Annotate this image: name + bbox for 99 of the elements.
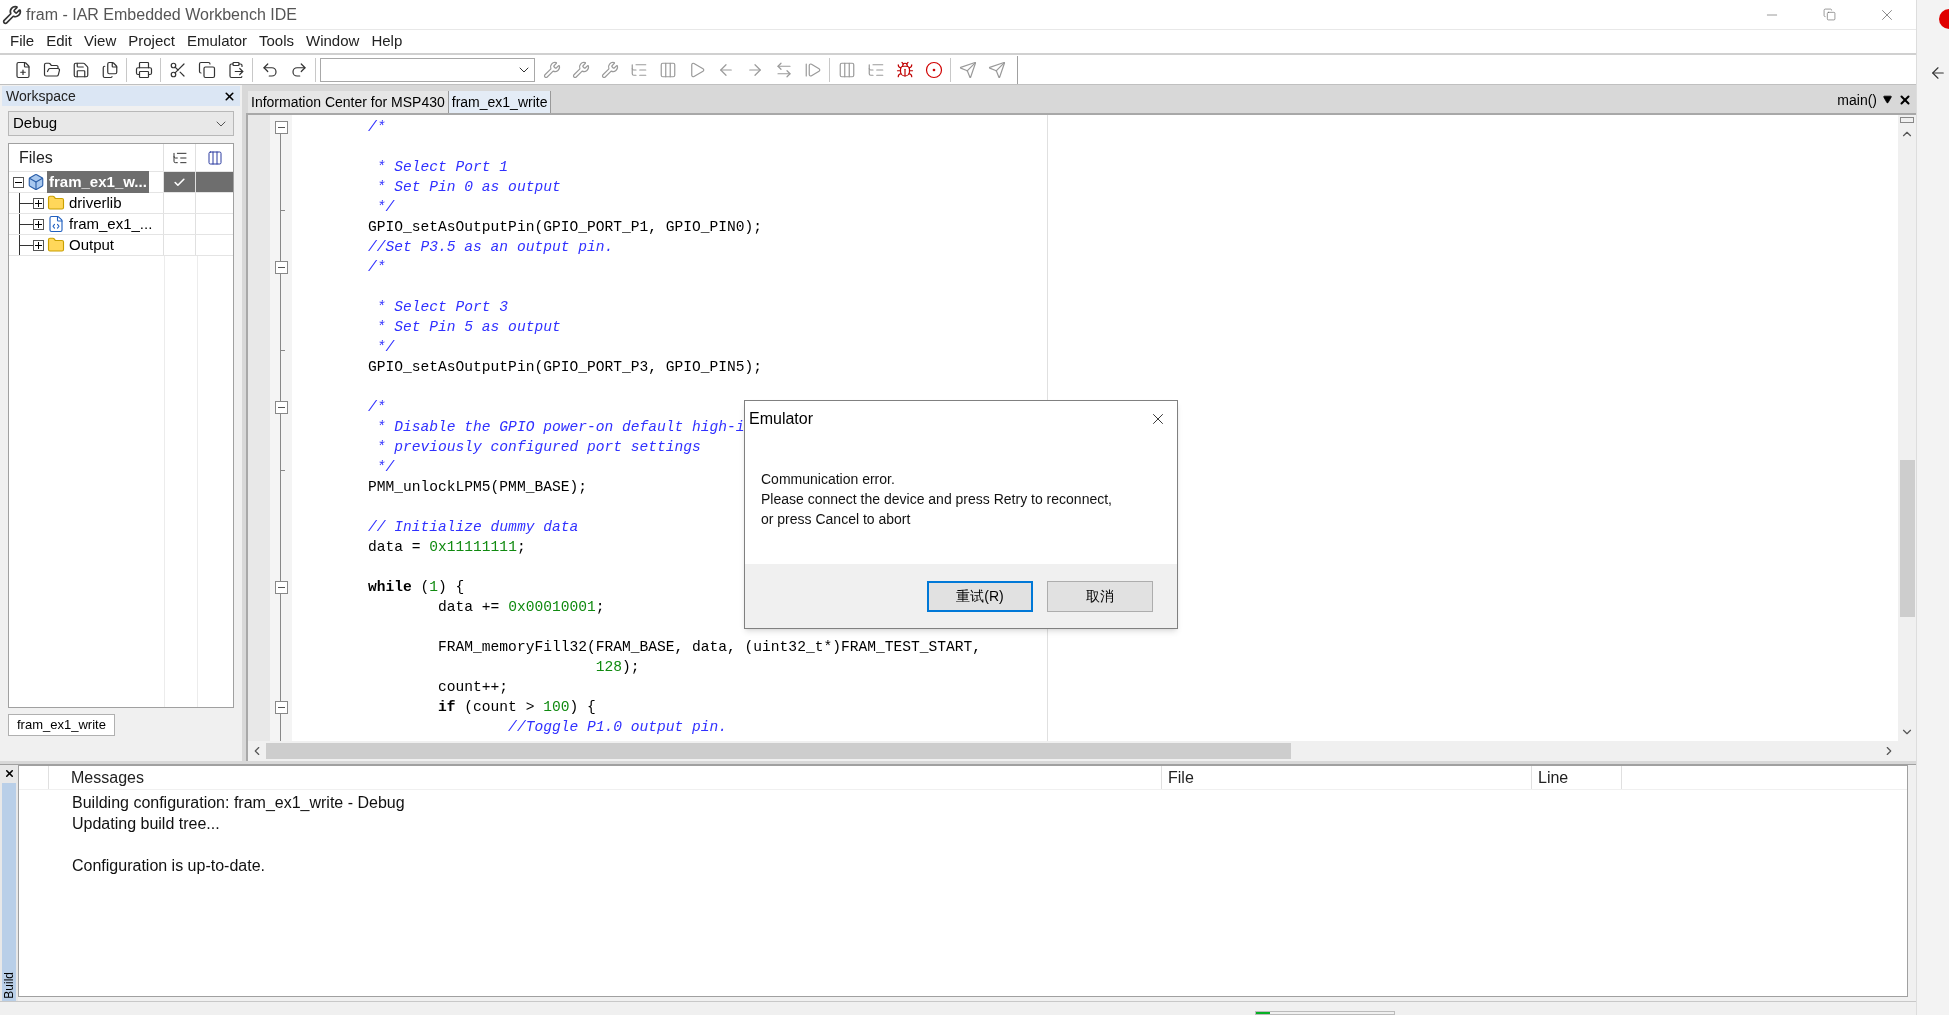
project-cube-icon bbox=[27, 173, 45, 191]
menu-item[interactable]: Tools bbox=[253, 30, 301, 53]
undo-icon[interactable] bbox=[260, 60, 279, 79]
code-line: /* bbox=[368, 118, 386, 137]
collapse-toggle[interactable] bbox=[13, 176, 24, 188]
save-all-icon[interactable] bbox=[100, 60, 119, 79]
open-folder-icon[interactable] bbox=[42, 60, 61, 79]
menu-item[interactable]: Emulator bbox=[180, 30, 253, 53]
tree-item[interactable]: fram_ex1_... bbox=[67, 212, 155, 236]
step-forward-icon[interactable] bbox=[803, 60, 822, 79]
column-header[interactable]: Line bbox=[1538, 765, 1569, 790]
panel-title: Workspace bbox=[6, 86, 76, 106]
code-line: /* bbox=[368, 398, 386, 417]
code-line: //Toggle P1.0 output pin. bbox=[507, 718, 728, 737]
code-line: * Set Pin 5 as output bbox=[375, 318, 561, 337]
column-header[interactable]: Files bbox=[19, 145, 53, 170]
code-line: GPIO_setAsOutputPin(GPIO_PORT_P3, GPIO_PIN5); bbox=[368, 358, 763, 377]
expand-toggle[interactable] bbox=[33, 197, 44, 209]
send-icon[interactable] bbox=[958, 60, 977, 79]
close-icon[interactable] bbox=[1898, 93, 1912, 107]
new-file-icon[interactable] bbox=[13, 60, 32, 79]
code-line: FRAM_memoryFill32(FRAM_BASE, data, (uint32_t*)FRAM_TEST_START, bbox=[437, 638, 982, 657]
breakpoint-icon[interactable] bbox=[924, 60, 943, 79]
save-icon[interactable] bbox=[71, 60, 90, 79]
editor-tab[interactable]: Information Center for MSP430 bbox=[248, 91, 449, 113]
app-icon bbox=[2, 4, 22, 25]
paste-icon[interactable] bbox=[226, 60, 245, 79]
code-line: while (1) { bbox=[368, 578, 465, 597]
window-title: fram - IAR Embedded Workbench IDE bbox=[26, 4, 297, 25]
dialog-button[interactable]: 重试(R) bbox=[927, 580, 1033, 612]
fold-toggle[interactable] bbox=[274, 580, 288, 594]
fold-toggle[interactable] bbox=[274, 120, 288, 134]
scrollbar-thumb[interactable] bbox=[266, 743, 1291, 759]
redo-icon[interactable] bbox=[289, 60, 308, 79]
code-line: */ bbox=[375, 338, 395, 357]
send-icon[interactable] bbox=[987, 60, 1006, 79]
code-line: * Disable the GPIO power-on default high-i bbox=[375, 418, 745, 437]
build-tab[interactable]: Build bbox=[0, 972, 18, 999]
code-line: PMM_unlockLPM5(PMM_BASE); bbox=[368, 478, 587, 497]
code-line: */ bbox=[375, 198, 395, 217]
print-icon[interactable] bbox=[134, 60, 153, 79]
workspace-tab[interactable]: fram_ex1_write bbox=[8, 714, 115, 736]
message-text: Configuration is up-to-date. bbox=[72, 855, 265, 876]
copy-icon[interactable] bbox=[197, 60, 216, 79]
code-line: if (count > 100) { bbox=[437, 698, 596, 717]
cut-icon[interactable] bbox=[168, 60, 187, 79]
code-line: GPIO_setAsOutputPin(GPIO_PORT_P1, GPIO_PIN0); bbox=[368, 218, 763, 237]
fold-toggle[interactable] bbox=[274, 400, 288, 414]
folder-icon bbox=[47, 236, 65, 254]
tree-item[interactable]: driverlib bbox=[67, 191, 124, 215]
columns-icon[interactable] bbox=[658, 60, 677, 79]
editor-tab[interactable]: fram_ex1_write bbox=[448, 91, 552, 113]
build-status-icon[interactable] bbox=[206, 149, 223, 166]
dialog-button[interactable]: 取消 bbox=[1047, 580, 1153, 612]
fold-toggle[interactable] bbox=[274, 700, 288, 714]
code-line: */ bbox=[375, 458, 395, 477]
message-text: Updating build tree... bbox=[72, 813, 220, 834]
code-line: * Select Port 3 bbox=[375, 298, 509, 317]
folder-icon bbox=[47, 194, 65, 212]
swap-arrows-icon[interactable] bbox=[774, 60, 793, 79]
code-line: * previously configured port settings bbox=[375, 438, 701, 457]
tree-item[interactable]: fram_ex1_w... bbox=[47, 170, 149, 194]
dialog-title: Emulator bbox=[749, 409, 814, 429]
close-icon[interactable] bbox=[223, 89, 236, 103]
menu-item[interactable]: Help bbox=[365, 30, 409, 53]
code-line: //Set P3.5 as an output pin. bbox=[368, 238, 614, 257]
dialog-message: Communication error. Please connect the device and press Retry to reconnect, or press Cancel to abort bbox=[760, 470, 1113, 529]
column-header[interactable]: Messages bbox=[71, 765, 144, 790]
column-header[interactable]: File bbox=[1168, 765, 1194, 790]
columns-icon[interactable] bbox=[837, 60, 856, 79]
code-line: * Select Port 1 bbox=[375, 158, 509, 177]
message-text: Building configuration: fram_ex1_write - Debug bbox=[72, 792, 405, 813]
code-line: data = 0x11111111; bbox=[368, 538, 526, 557]
configuration-dropdown[interactable]: Debug bbox=[8, 111, 234, 136]
code-line: 128); bbox=[594, 658, 640, 677]
tree-item[interactable]: Output bbox=[67, 233, 117, 257]
function-dropdown[interactable]: main() bbox=[1837, 87, 1877, 113]
code-line: // Initialize dummy data bbox=[368, 518, 579, 537]
menu-item[interactable]: View bbox=[78, 30, 123, 53]
splitter-handle[interactable] bbox=[1900, 117, 1914, 123]
menu-item[interactable]: Project bbox=[122, 30, 181, 53]
code-line: /* bbox=[368, 258, 386, 277]
code-line: data += 0x00010001; bbox=[437, 598, 605, 617]
wrench-icon[interactable] bbox=[600, 60, 619, 79]
wrench-icon[interactable] bbox=[542, 60, 561, 79]
menu-item[interactable]: Window bbox=[300, 30, 366, 53]
menu-item[interactable]: File bbox=[4, 30, 41, 53]
bug-icon[interactable] bbox=[895, 60, 914, 79]
code-line: count++; bbox=[437, 678, 509, 697]
expand-toggle[interactable] bbox=[33, 239, 44, 251]
menu-item[interactable]: Edit bbox=[40, 30, 79, 53]
code-file-icon bbox=[47, 215, 65, 233]
expand-toggle[interactable] bbox=[33, 218, 44, 230]
code-line: * Set Pin 0 as output bbox=[375, 178, 561, 197]
close-icon[interactable] bbox=[3, 768, 15, 779]
wrench-icon[interactable] bbox=[571, 60, 590, 79]
fold-toggle[interactable] bbox=[274, 260, 288, 274]
caret-icon[interactable] bbox=[1883, 95, 1892, 104]
scrollbar-thumb[interactable] bbox=[1899, 460, 1915, 617]
